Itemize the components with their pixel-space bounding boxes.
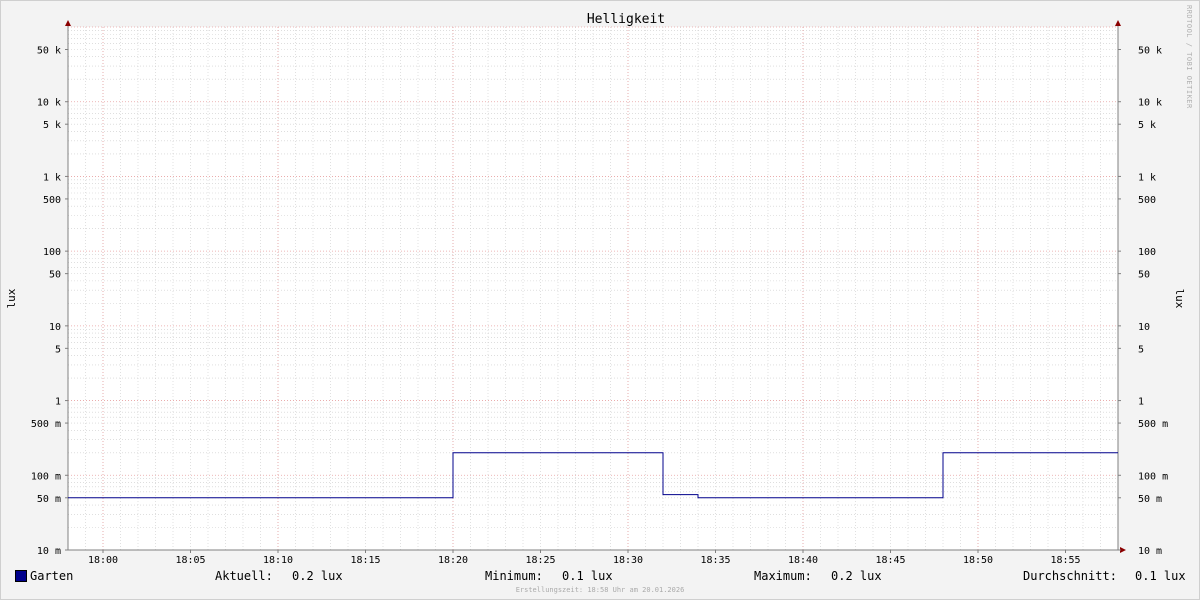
y-tick-label-left: 10 k	[37, 98, 61, 109]
legend-avg-label: Durchschnitt:	[1023, 569, 1117, 583]
y-tick-label-left: 1	[55, 397, 61, 408]
legend-series-name: Garten	[30, 569, 74, 583]
x-tick-label: 18:50	[963, 555, 993, 566]
y-axis-left-arrow	[65, 20, 71, 26]
legend-max-label: Maximum:	[754, 569, 812, 583]
y-tick-label-right: 10 m	[1138, 546, 1162, 557]
x-tick-label: 18:20	[438, 555, 468, 566]
footer-note: Erstellungszeit: 18:58 Uhr am 20.01.2026	[515, 586, 685, 594]
x-tick-label: 18:15	[350, 555, 380, 566]
y-tick-label-left: 5 k	[43, 120, 61, 131]
y-tick-label-right: 50	[1138, 270, 1150, 281]
legend-min-label: Minimum:	[485, 569, 543, 583]
y-tick-label-right: 10 k	[1138, 98, 1162, 109]
x-tick-label: 18:35	[700, 555, 730, 566]
side-credit: RRDTOOL / TOBI OETIKER	[1185, 5, 1193, 109]
y-tick-label-right: 5 k	[1138, 120, 1156, 131]
y-tick-label-left: 500	[43, 195, 61, 206]
y-tick-label-left: 100	[43, 247, 61, 258]
y-tick-label-left: 50 m	[37, 494, 61, 505]
y-tick-label-right: 100	[1138, 247, 1156, 258]
y-axis-label-left: lux	[5, 288, 18, 308]
y-tick-label-left: 10	[49, 322, 61, 333]
x-tick-label: 18:10	[263, 555, 293, 566]
y-tick-label-right: 50 k	[1138, 45, 1162, 56]
y-tick-label-right: 500 m	[1138, 419, 1168, 430]
y-tick-label-right: 5	[1138, 344, 1144, 355]
legend-swatch-garten	[15, 570, 27, 582]
y-tick-label-left: 5	[55, 344, 61, 355]
y-tick-label-right: 500	[1138, 195, 1156, 206]
y-tick-label-right: 10	[1138, 322, 1150, 333]
legend-min-value: 0.1 lux	[562, 569, 613, 583]
legend-current-label: Aktuell:	[215, 569, 273, 583]
legend-avg-value: 0.1 lux	[1135, 569, 1186, 583]
x-tick-label: 18:55	[1050, 555, 1080, 566]
y-axis-right-arrow	[1115, 20, 1121, 26]
x-tick-label: 18:00	[88, 555, 118, 566]
y-tick-label-right: 100 m	[1138, 471, 1168, 482]
brightness-chart: 10 m 10 m 50 m 50 m 100 m 100 m 500 m 500 m 1 1 5 5…	[5, 12, 1186, 566]
y-tick-label-left: 1 k	[43, 172, 61, 183]
x-tick-label: 18:30	[613, 555, 643, 566]
x-tick-label: 18:25	[525, 555, 555, 566]
y-axis-label-right: lux	[1173, 289, 1186, 309]
legend: Garten Aktuell: 0.2 lux Minimum: 0.1 lux…	[1, 569, 1199, 585]
x-tick-label: 18:45	[875, 555, 905, 566]
chart-title: Helligkeit	[587, 12, 665, 27]
y-tick-label-left: 500 m	[31, 419, 61, 430]
y-tick-label-left: 50 k	[37, 45, 61, 56]
legend-current-value: 0.2 lux	[292, 569, 343, 583]
y-tick-label-left: 100 m	[31, 471, 61, 482]
y-tick-label-left: 50	[49, 270, 61, 281]
legend-max-value: 0.2 lux	[831, 569, 882, 583]
y-tick-label-right: 1 k	[1138, 172, 1156, 183]
y-tick-label-right: 1	[1138, 397, 1144, 408]
y-tick-label-left: 10 m	[37, 546, 61, 557]
x-tick-label: 18:40	[788, 555, 818, 566]
y-tick-label-right: 50 m	[1138, 494, 1162, 505]
x-tick-label: 18:05	[175, 555, 205, 566]
graph-frame: 10 m 10 m 50 m 50 m 100 m 100 m 500 m 500 m 1 1 5 5…	[0, 0, 1200, 600]
